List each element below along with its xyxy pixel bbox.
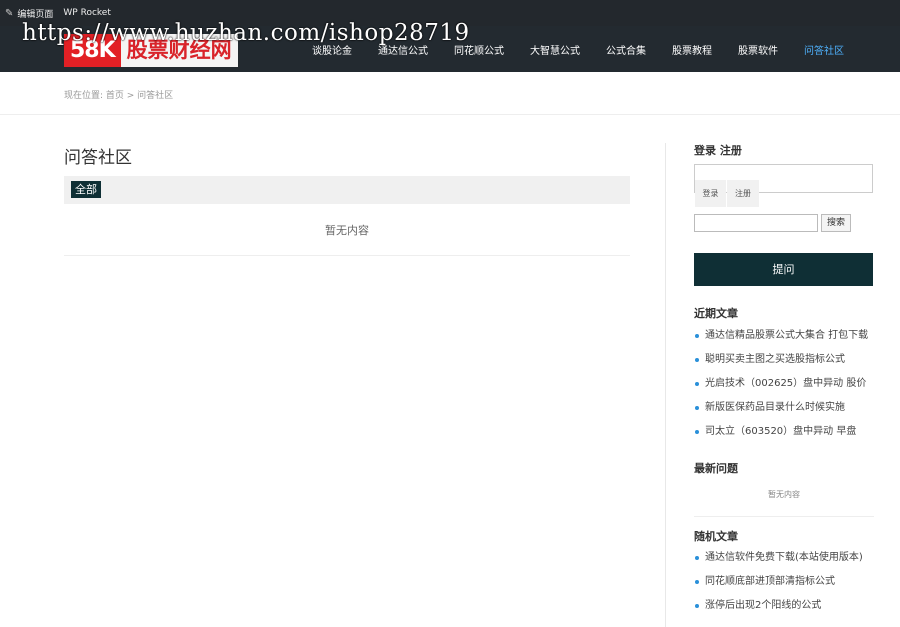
latest-questions-title: 最新问题 — [694, 462, 738, 475]
page-title: 问答社区 — [64, 148, 132, 168]
nav-item[interactable]: 同花顺公式 — [454, 42, 504, 57]
list-item[interactable]: 涨停后出现2个阳线的公式 — [694, 594, 874, 618]
main-divider — [64, 255, 630, 256]
nav-item[interactable]: 谈股论金 — [312, 42, 352, 57]
list-item[interactable]: 同花顺底部进顶部清指标公式 — [694, 570, 874, 594]
header-divider — [0, 114, 900, 115]
search-button[interactable]: 搜索 — [821, 214, 851, 232]
list-item[interactable]: 聪明买卖主图之买选股指标公式 — [694, 348, 874, 372]
nav-item[interactable]: 股票软件 — [738, 42, 778, 57]
filter-bar: 全部 — [64, 176, 630, 204]
sidebar-widget-divider — [694, 516, 874, 517]
latest-questions-empty: 暂无内容 — [768, 490, 800, 499]
login-widget-title: 登录 注册 — [694, 144, 742, 157]
logo-mark: 58K — [64, 34, 121, 67]
empty-state: 暂无内容 — [325, 224, 369, 237]
pencil-icon: ✎ — [5, 7, 14, 19]
nav-item[interactable]: 通达信公式 — [378, 42, 428, 57]
list-item[interactable]: 司太立（603520）盘中异动 早盘 — [694, 420, 874, 444]
main-nav: 谈股论金 通达信公式 同花顺公式 大智慧公式 公式合集 股票教程 股票软件 问答社区 — [300, 26, 870, 72]
list-item[interactable]: 通达信软件免费下载(本站使用版本) — [694, 546, 874, 570]
list-item[interactable]: 光启技术（002625）盘中异动 股价 — [694, 372, 874, 396]
admin-bar: ✎ 编辑页面 WP Rocket — [0, 0, 900, 26]
admin-wp-rocket-label: WP Rocket — [63, 8, 111, 18]
filter-tag-all[interactable]: 全部 — [71, 181, 101, 198]
login-tab[interactable]: 登录 — [695, 180, 726, 207]
list-item[interactable]: 通达信精品股票公式大集合 打包下载 — [694, 324, 874, 348]
admin-edit-page[interactable]: ✎ 编辑页面 — [0, 0, 58, 26]
breadcrumb[interactable]: 现在位置: 首页 > 问答社区 — [64, 88, 173, 101]
ask-question-button[interactable]: 提问 — [694, 253, 873, 286]
register-tab[interactable]: 注册 — [727, 180, 759, 207]
random-posts-list: 通达信软件免费下载(本站使用版本) 同花顺底部进顶部清指标公式 涨停后出现2个阳线的… — [694, 546, 874, 618]
logo-name: 股票财经网 — [120, 34, 238, 67]
nav-item[interactable]: 股票教程 — [672, 42, 712, 57]
admin-wp-rocket[interactable]: WP Rocket — [58, 0, 115, 26]
random-posts-title: 随机文章 — [694, 530, 738, 543]
site-header: 58K 股票财经网 谈股论金 通达信公式 同花顺公式 大智慧公式 公式合集 股票教程 股票软… — [0, 26, 900, 72]
admin-edit-page-label: 编辑页面 — [17, 9, 54, 20]
site-logo[interactable]: 58K 股票财经网 — [64, 34, 238, 67]
recent-posts-list: 通达信精品股票公式大集合 打包下载 聪明买卖主图之买选股指标公式 光启技术（0026… — [694, 324, 874, 444]
list-item[interactable]: 新版医保药品目录什么时候实施 — [694, 396, 874, 420]
nav-item[interactable]: 大智慧公式 — [530, 42, 580, 57]
recent-posts-title: 近期文章 — [694, 307, 738, 320]
nav-item[interactable]: 问答社区 — [804, 42, 844, 57]
sidebar-divider — [665, 143, 666, 627]
nav-item[interactable]: 公式合集 — [606, 42, 646, 57]
search-input[interactable] — [694, 214, 818, 232]
